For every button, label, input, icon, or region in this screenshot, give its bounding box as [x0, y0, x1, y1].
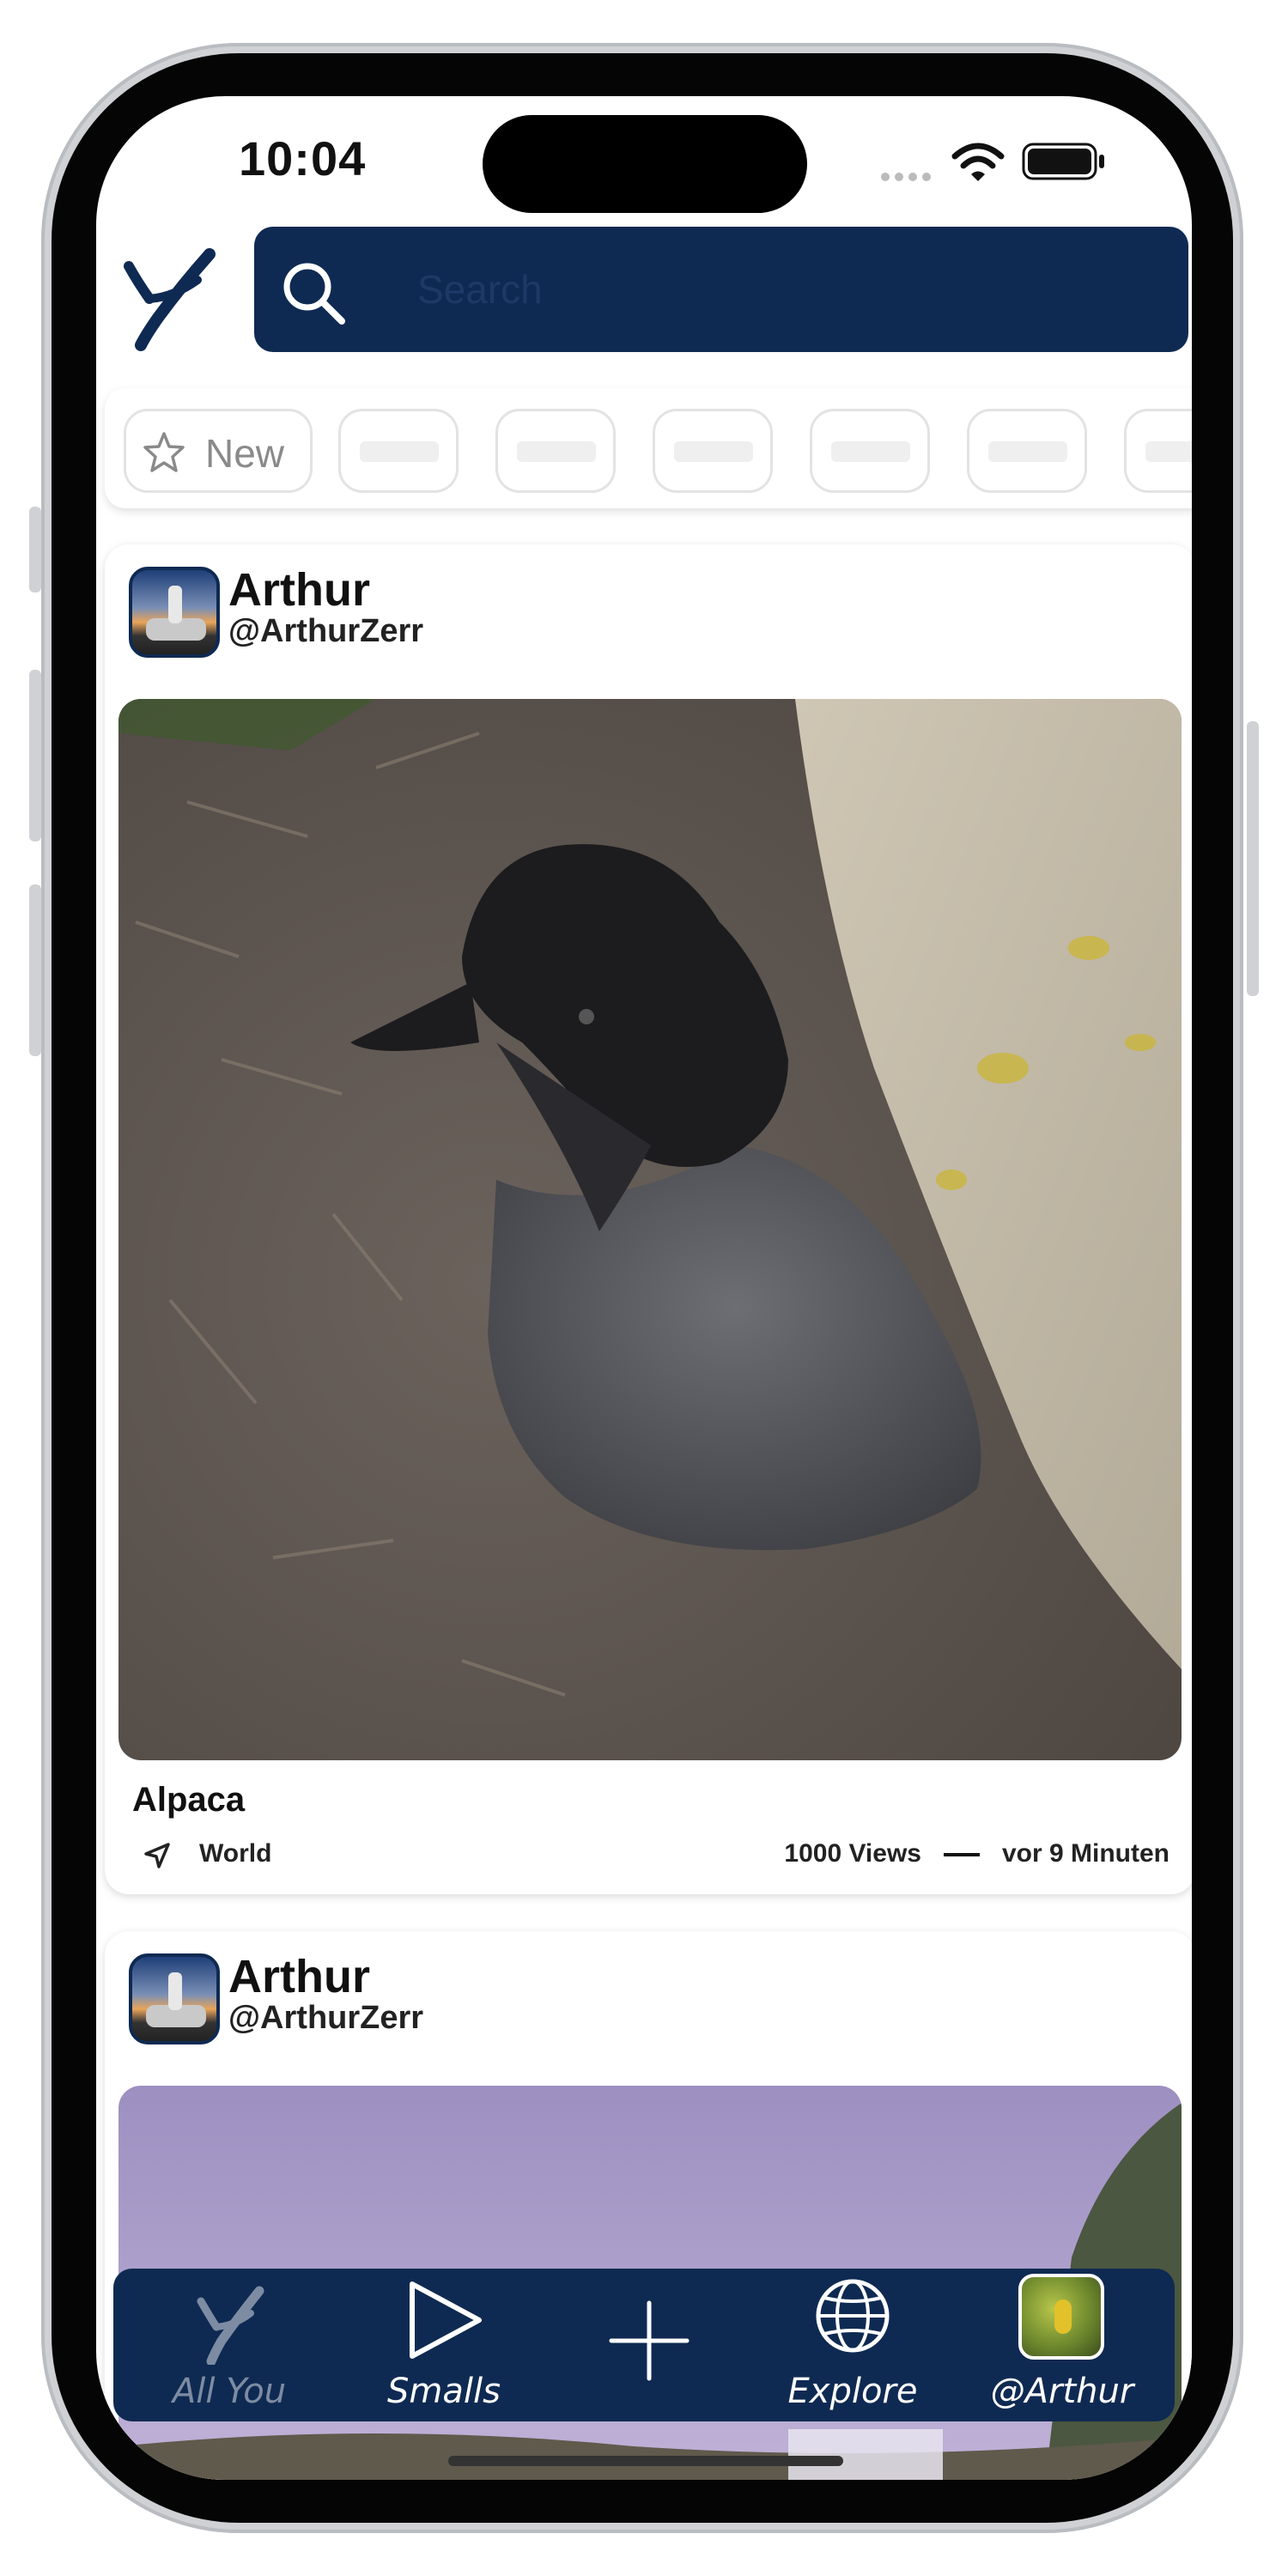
- filter-chip-placeholder[interactable]: [810, 409, 930, 493]
- battery-icon: [1022, 143, 1104, 180]
- author-handle[interactable]: @ArthurZerr: [228, 2000, 423, 2037]
- tab-explore[interactable]: Explore: [754, 2269, 951, 2421]
- tab-create[interactable]: [550, 2269, 747, 2421]
- tab-bar: All You Smalls Explore @Arthur: [113, 2269, 1175, 2421]
- meta-separator: [943, 1853, 980, 1857]
- tab-label: @Arthur: [990, 2372, 1134, 2411]
- app-logo-icon[interactable]: [113, 225, 225, 354]
- post-title: Alpaca: [132, 1781, 246, 1819]
- location-arrow-icon: [144, 1843, 170, 1868]
- filter-chip-placeholder[interactable]: [653, 409, 773, 493]
- tab-all-you[interactable]: All You: [131, 2269, 328, 2421]
- search-icon: [283, 263, 345, 325]
- globe-icon: [816, 2279, 890, 2353]
- filter-chip-new[interactable]: New: [124, 409, 313, 493]
- author-name[interactable]: Arthur: [228, 563, 370, 617]
- post-meta: 1000 Views vor 9 Minuten: [784, 1839, 1170, 1868]
- status-time: 10:04: [239, 131, 367, 185]
- volume-down-button: [29, 884, 41, 1056]
- post-photo[interactable]: [118, 699, 1182, 1760]
- home-indicator: [448, 2456, 843, 2466]
- filter-chip-placeholder[interactable]: [1124, 409, 1192, 493]
- plus-icon: [609, 2300, 690, 2381]
- star-icon: [143, 432, 185, 472]
- play-icon: [410, 2281, 482, 2359]
- post-location[interactable]: World: [199, 1839, 271, 1868]
- tab-profile[interactable]: @Arthur: [963, 2269, 1161, 2421]
- mute-switch: [29, 507, 41, 592]
- post-time: vor 9 Minuten: [1001, 1839, 1170, 1868]
- volume-up-button: [29, 670, 41, 841]
- profile-avatar: [1018, 2274, 1104, 2360]
- tab-label: Smalls: [387, 2372, 501, 2411]
- filter-chip-new-label: New: [205, 431, 285, 476]
- filter-chip-bar: New: [105, 388, 1192, 508]
- dynamic-island: [483, 115, 807, 213]
- search-bar[interactable]: Search: [254, 227, 1188, 352]
- wifi-icon: [951, 143, 1005, 181]
- y-logo-icon: [197, 2286, 264, 2365]
- author-name[interactable]: Arthur: [228, 1950, 370, 2003]
- search-placeholder: Search: [417, 267, 543, 312]
- tab-label: Explore: [787, 2372, 918, 2411]
- cellular-signal-icon: [881, 170, 936, 185]
- tab-smalls[interactable]: Smalls: [345, 2269, 543, 2421]
- power-button: [1247, 721, 1259, 996]
- filter-chip-placeholder[interactable]: [338, 409, 459, 493]
- filter-chip-placeholder[interactable]: [495, 409, 616, 493]
- post-card[interactable]: Arthur @ArthurZerr: [105, 544, 1192, 1894]
- tab-label: All You: [172, 2372, 287, 2411]
- post-views: 1000 Views: [784, 1839, 921, 1868]
- author-avatar[interactable]: [129, 1953, 220, 2044]
- app-screen: 10:04 Search New Arthur @ArthurZerr Alpa…: [96, 96, 1192, 2480]
- author-handle[interactable]: @ArthurZerr: [228, 613, 423, 650]
- author-avatar[interactable]: [129, 567, 220, 658]
- filter-chip-placeholder[interactable]: [967, 409, 1087, 493]
